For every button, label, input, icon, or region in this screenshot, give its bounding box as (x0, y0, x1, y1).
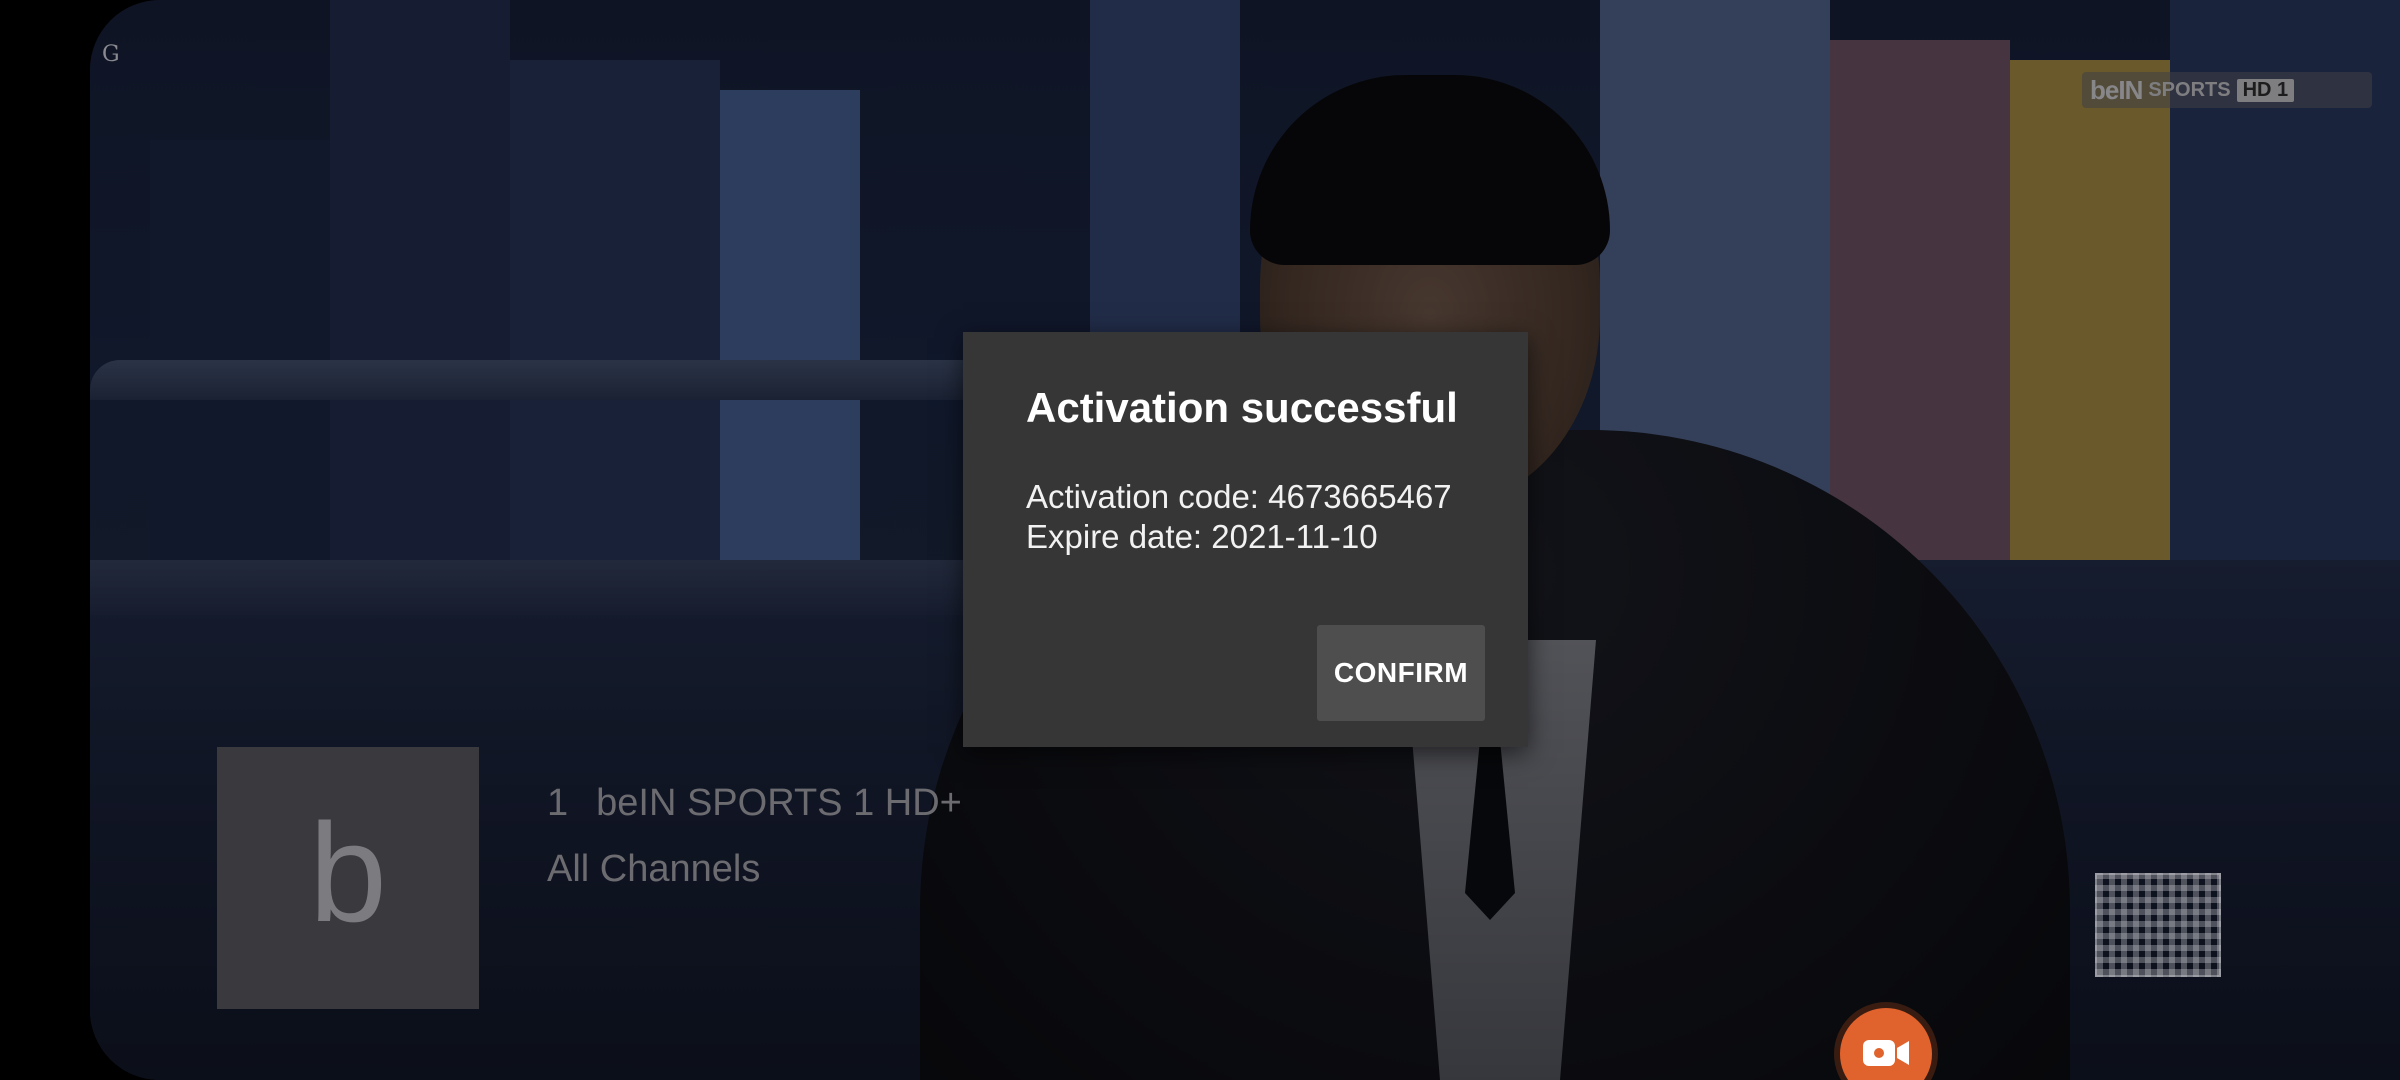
expire-date-text: Expire date: 2021-11-10 (1026, 518, 1378, 555)
channel-title-line: 1 beIN SPORTS 1 HD+ (547, 782, 962, 825)
corner-mark: G (102, 42, 120, 67)
channel-name: beIN SPORTS 1 HD+ (596, 782, 962, 824)
video-camera-icon (1863, 1040, 1909, 1066)
confirm-button[interactable]: CONFIRM (1317, 625, 1485, 721)
qr-code-icon (2095, 873, 2221, 977)
channel-thumbnail: b (217, 747, 479, 1009)
channel-thumbnail-letter: b (309, 794, 387, 951)
activation-dialog: Activation successful Activation code: 4… (963, 332, 1528, 747)
screen: beIN SPORTS HD 1 G b 1 beIN SPORTS 1 HD+… (0, 0, 2400, 1080)
dialog-title: Activation successful (1026, 384, 1458, 431)
activation-code-text: Activation code: 4673665467 (1026, 478, 1452, 515)
channel-number: 1 (547, 782, 569, 824)
channel-group: All Channels (547, 848, 761, 890)
